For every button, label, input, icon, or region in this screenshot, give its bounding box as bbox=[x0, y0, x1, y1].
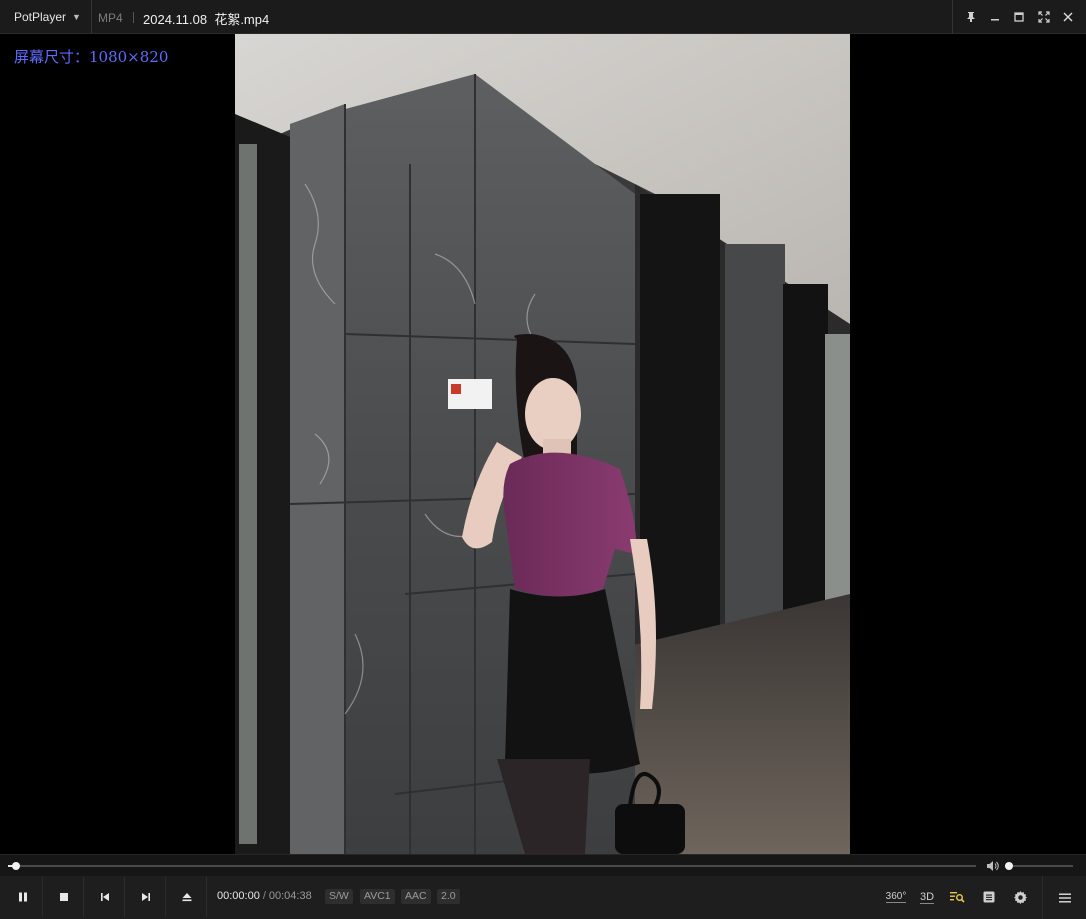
3d-label: 3D bbox=[919, 890, 935, 904]
title-divider bbox=[133, 12, 134, 23]
volume-handle[interactable] bbox=[1005, 862, 1014, 870]
format-label: MP4 bbox=[98, 11, 123, 25]
title-bar: PotPlayer ▼ MP4 2024.11.08 花絮.mp4 bbox=[0, 0, 1086, 34]
eject-icon bbox=[182, 893, 191, 902]
chapter-list-icon bbox=[983, 891, 995, 903]
seek-slider[interactable] bbox=[8, 862, 976, 870]
gear-icon bbox=[1013, 890, 1027, 904]
vr-360-button[interactable]: 360° bbox=[884, 884, 908, 910]
next-button[interactable] bbox=[126, 877, 166, 917]
seek-bar-row bbox=[0, 854, 1086, 876]
seek-handle[interactable] bbox=[11, 862, 20, 870]
pause-icon bbox=[18, 892, 27, 902]
current-time: 00:00:00 bbox=[217, 890, 260, 902]
stop-icon bbox=[59, 893, 68, 901]
screen-size-overlay: 屏幕尺寸：1080×820 bbox=[14, 48, 169, 66]
vr-360-label: 360° bbox=[885, 891, 907, 903]
control-bar: 00:00:00/00:04:38 S/W AVC1 AAC 2.0 360° … bbox=[0, 876, 1086, 919]
playlist-search-icon bbox=[950, 892, 965, 903]
eject-button[interactable] bbox=[167, 877, 207, 917]
fullscreen-icon[interactable] bbox=[1035, 8, 1053, 26]
minimize-icon[interactable] bbox=[986, 8, 1004, 26]
channels-badge[interactable]: 2.0 bbox=[437, 889, 460, 904]
video-frame-image bbox=[235, 34, 850, 854]
audio-codec-badge[interactable]: AAC bbox=[401, 889, 431, 904]
time-display: 00:00:00/00:04:38 bbox=[217, 890, 312, 902]
next-icon bbox=[141, 893, 150, 901]
pin-icon[interactable] bbox=[962, 8, 980, 26]
volume-icon[interactable] bbox=[985, 859, 999, 873]
chevron-down-icon: ▼ bbox=[72, 12, 81, 22]
close-icon[interactable] bbox=[1059, 8, 1077, 26]
video-area[interactable]: 屏幕尺寸：1080×820 bbox=[0, 34, 1086, 854]
chapter-button[interactable] bbox=[978, 884, 1000, 910]
time-separator: / bbox=[262, 890, 266, 902]
app-name: PotPlayer bbox=[14, 10, 67, 24]
window-controls bbox=[952, 0, 1086, 34]
render-badge[interactable]: S/W bbox=[325, 889, 353, 904]
file-name: 2024.11.08 花絮.mp4 bbox=[143, 12, 270, 27]
volume-slider[interactable] bbox=[1005, 862, 1073, 870]
pause-button[interactable] bbox=[3, 877, 43, 917]
duration: 00:04:38 bbox=[268, 890, 312, 902]
maximize-icon[interactable] bbox=[1010, 8, 1028, 26]
app-menu-button[interactable]: PotPlayer ▼ bbox=[0, 0, 92, 34]
previous-button[interactable] bbox=[85, 877, 125, 917]
hamburger-menu-icon bbox=[1058, 893, 1071, 902]
video-frame bbox=[235, 34, 850, 854]
main-menu-button[interactable] bbox=[1042, 876, 1086, 919]
video-codec-badge[interactable]: AVC1 bbox=[360, 889, 395, 904]
playlist-button[interactable] bbox=[946, 884, 968, 910]
previous-icon bbox=[100, 893, 109, 901]
stop-button[interactable] bbox=[44, 877, 84, 917]
3d-button[interactable]: 3D bbox=[916, 884, 938, 910]
settings-button[interactable] bbox=[1009, 884, 1031, 910]
